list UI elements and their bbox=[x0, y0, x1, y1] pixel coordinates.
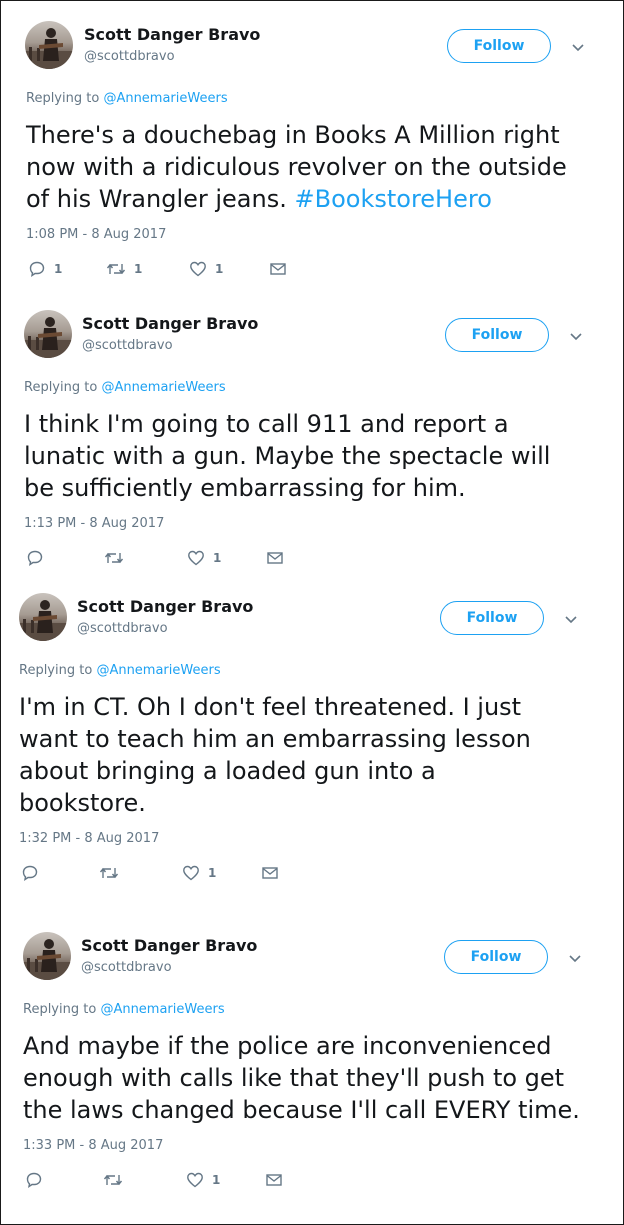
tweet-text-line: the laws changed because I'll call EVERY… bbox=[23, 1096, 580, 1124]
retweet-icon bbox=[99, 867, 119, 879]
dm-action[interactable] bbox=[266, 548, 284, 568]
reply-icon bbox=[22, 865, 38, 882]
envelope-icon bbox=[262, 867, 278, 879]
tweet-text-segment: of his Wrangler jeans. bbox=[26, 185, 295, 213]
reply-action[interactable] bbox=[26, 548, 44, 568]
reply-icon bbox=[26, 1172, 42, 1189]
heart-icon bbox=[183, 865, 199, 881]
screenshot-frame: Scott Danger Bravo @scottdbravo Follow R… bbox=[0, 0, 624, 1225]
retweet-action[interactable] bbox=[104, 548, 124, 568]
author-name[interactable]: Scott Danger Bravo bbox=[84, 25, 260, 44]
author-name[interactable]: Scott Danger Bravo bbox=[82, 314, 258, 333]
like-action[interactable]: 1 bbox=[186, 1170, 220, 1190]
like-action[interactable]: 1 bbox=[189, 259, 223, 279]
reply-action[interactable] bbox=[25, 1170, 43, 1190]
reply-action[interactable] bbox=[21, 863, 39, 883]
follow-button[interactable]: Follow bbox=[444, 940, 548, 974]
tweet-text-line: be sufficiently embarrassing for him. bbox=[24, 474, 466, 502]
follow-button[interactable]: Follow bbox=[445, 318, 549, 352]
tweet-text-line: I think I'm going to call 911 and report… bbox=[24, 410, 509, 438]
follow-button[interactable]: Follow bbox=[447, 29, 551, 63]
reply-action[interactable]: 1 bbox=[28, 259, 62, 279]
tweet-text-line: want to teach him an embarrassing lesson bbox=[19, 725, 531, 753]
tweet-text-line: And maybe if the police are inconvenienc… bbox=[23, 1032, 552, 1060]
dm-action[interactable] bbox=[265, 1170, 283, 1190]
heart-icon bbox=[190, 261, 206, 277]
dm-action[interactable] bbox=[261, 863, 279, 883]
mention-link[interactable]: @AnnemarieWeers bbox=[103, 91, 227, 106]
retweet-action[interactable]: 1 bbox=[106, 259, 142, 279]
timestamp[interactable]: 1:13 PM - 8 Aug 2017 bbox=[24, 516, 164, 531]
avatar[interactable] bbox=[24, 310, 72, 358]
like-count: 1 bbox=[208, 866, 217, 880]
mention-link[interactable]: @AnnemarieWeers bbox=[100, 1002, 224, 1017]
replying-prefix: Replying to bbox=[23, 1002, 101, 1017]
chevron-down-icon[interactable] bbox=[571, 40, 585, 54]
tweet-text-line: now with a ridiculous revolver on the ou… bbox=[26, 153, 567, 181]
tweet-text-line: bookstore. bbox=[19, 789, 146, 817]
like-action[interactable]: 1 bbox=[182, 863, 216, 883]
replying-to: Replying to @AnnemarieWeers bbox=[23, 1002, 225, 1017]
reply-icon bbox=[29, 261, 45, 278]
hashtag-link[interactable]: #BookstoreHero bbox=[295, 185, 492, 213]
tweet-text-line: lunatic with a gun. Maybe the spectacle … bbox=[24, 442, 551, 470]
retweet-icon bbox=[103, 1174, 123, 1186]
timestamp[interactable]: 1:32 PM - 8 Aug 2017 bbox=[19, 831, 159, 846]
author-handle[interactable]: @scottdbravo bbox=[82, 338, 173, 353]
avatar[interactable] bbox=[23, 932, 71, 980]
envelope-icon bbox=[267, 552, 283, 564]
author-handle[interactable]: @scottdbravo bbox=[84, 49, 175, 64]
like-count: 1 bbox=[212, 1173, 221, 1187]
author-name[interactable]: Scott Danger Bravo bbox=[81, 936, 257, 955]
timestamp[interactable]: 1:08 PM - 8 Aug 2017 bbox=[26, 227, 166, 242]
chevron-down-icon[interactable] bbox=[569, 329, 583, 343]
retweet-count: 1 bbox=[134, 262, 143, 276]
mention-link[interactable]: @AnnemarieWeers bbox=[96, 663, 220, 678]
retweet-action[interactable] bbox=[103, 1170, 123, 1190]
heart-icon bbox=[188, 550, 204, 566]
replying-prefix: Replying to bbox=[19, 663, 97, 678]
follow-button[interactable]: Follow bbox=[440, 601, 544, 635]
dm-action[interactable] bbox=[269, 259, 287, 279]
retweet-icon bbox=[106, 263, 126, 275]
retweet-icon bbox=[104, 552, 124, 564]
chevron-down-icon[interactable] bbox=[564, 612, 578, 626]
replying-to: Replying to @AnnemarieWeers bbox=[19, 663, 221, 678]
envelope-icon bbox=[270, 263, 286, 275]
reply-count: 1 bbox=[54, 262, 63, 276]
tweet-text-line: I'm in CT. Oh I don't feel threatened. I… bbox=[19, 693, 522, 721]
like-action[interactable]: 1 bbox=[187, 548, 221, 568]
replying-to: Replying to @AnnemarieWeers bbox=[24, 380, 226, 395]
author-name[interactable]: Scott Danger Bravo bbox=[77, 597, 253, 616]
author-handle[interactable]: @scottdbravo bbox=[77, 621, 168, 636]
mention-link[interactable]: @AnnemarieWeers bbox=[101, 380, 225, 395]
chevron-down-icon[interactable] bbox=[568, 951, 582, 965]
timestamp[interactable]: 1:33 PM - 8 Aug 2017 bbox=[23, 1138, 163, 1153]
tweet-text-line: enough with calls like that they'll push… bbox=[23, 1064, 565, 1092]
tweet-text-line: about bringing a loaded gun into a bbox=[19, 757, 436, 785]
replying-prefix: Replying to bbox=[24, 380, 102, 395]
author-handle[interactable]: @scottdbravo bbox=[81, 960, 172, 975]
tweet-text-line: of his Wrangler jeans. #BookstoreHero bbox=[26, 183, 492, 215]
like-count: 1 bbox=[215, 262, 224, 276]
envelope-icon bbox=[266, 1174, 282, 1186]
reply-icon bbox=[27, 550, 43, 567]
retweet-action[interactable] bbox=[99, 863, 119, 883]
like-count: 1 bbox=[213, 551, 222, 565]
replying-to: Replying to @AnnemarieWeers bbox=[26, 91, 228, 106]
avatar[interactable] bbox=[25, 21, 73, 69]
avatar[interactable] bbox=[19, 593, 67, 641]
heart-icon bbox=[187, 1172, 203, 1188]
replying-prefix: Replying to bbox=[26, 91, 104, 106]
tweet-text-line: There's a douchebag in Books A Million r… bbox=[26, 121, 560, 149]
